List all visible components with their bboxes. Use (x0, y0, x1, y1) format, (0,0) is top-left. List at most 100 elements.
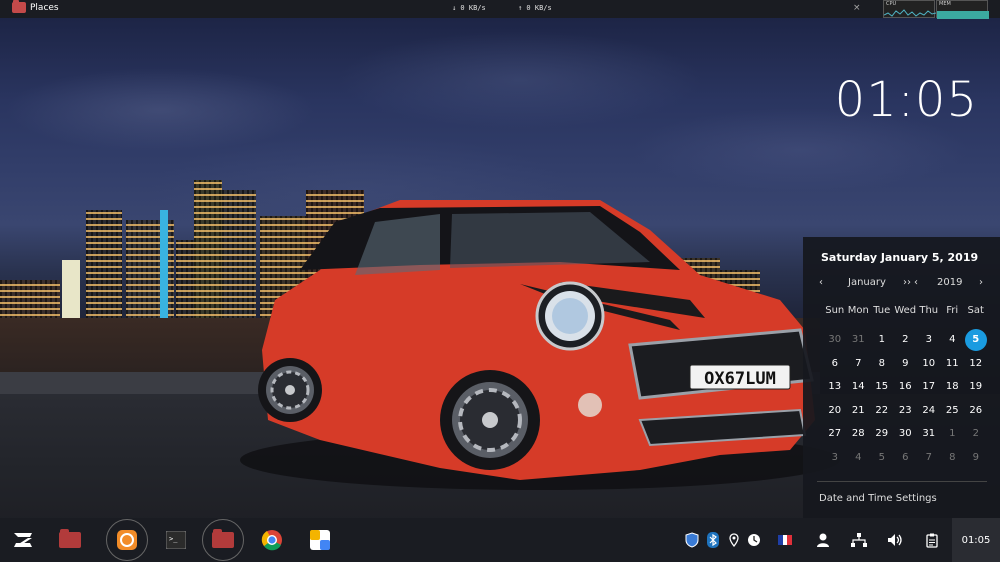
weekday-label: Fri (946, 305, 959, 316)
tray-security[interactable] (683, 518, 701, 562)
places-menu[interactable]: Places (12, 0, 59, 13)
calendar-day[interactable]: 31 (847, 328, 871, 352)
taskbar-files-launcher[interactable] (50, 518, 90, 562)
files-folder-icon (212, 529, 234, 548)
calendar-day[interactable]: 26 (964, 399, 988, 423)
calendar-day[interactable]: 14 (847, 375, 871, 399)
calendar-day[interactable]: 24 (917, 399, 941, 423)
calendar-day[interactable]: 2 (894, 328, 918, 352)
weekday-header: Sun Mon Tue Wed Thu Fri Sat (823, 305, 993, 316)
calendar-day[interactable]: 6 (894, 446, 918, 470)
files-folder-icon (59, 529, 81, 548)
french-flag-icon (778, 535, 792, 545)
year-prev-icon[interactable]: ‹ (914, 277, 918, 288)
calendar-day[interactable]: 30 (894, 422, 918, 446)
taskbar-software-app[interactable] (104, 518, 150, 562)
upload-speed: ↑ 0 KB/s (518, 4, 552, 12)
calendar-day[interactable]: 4 (941, 328, 965, 352)
calendar-day[interactable]: 21 (847, 399, 871, 423)
calendar-day[interactable]: 25 (941, 399, 965, 423)
calendar-day[interactable]: 10 (917, 352, 941, 376)
calendar-day[interactable]: 6 (823, 352, 847, 376)
tray-keyboard-layout[interactable] (776, 518, 794, 562)
zorin-menu-button[interactable] (4, 518, 42, 562)
calendar-navigation: ‹ January ›› ‹ 2019 › (803, 277, 1000, 291)
terminal-icon: >_ (166, 531, 186, 549)
zorin-logo-icon (14, 533, 32, 547)
calendar-day[interactable]: 7 (917, 446, 941, 470)
weekday-label: Mon (847, 305, 869, 316)
close-icon[interactable]: × (853, 3, 861, 13)
running-app-ring (106, 519, 148, 561)
cpu-graph[interactable]: CPU (883, 0, 936, 18)
calendar-day[interactable]: 29 (870, 422, 894, 446)
memory-graph-plot (937, 11, 989, 19)
memory-graph[interactable]: MEM (936, 0, 989, 19)
calendar-day[interactable]: 20 (823, 399, 847, 423)
bluetooth-icon (707, 532, 719, 548)
month-prev-icon[interactable]: ‹ (819, 277, 823, 288)
calendar-day[interactable]: 9 (964, 446, 988, 470)
tray-location[interactable] (725, 518, 743, 562)
taskbar-files-app[interactable] (200, 518, 246, 562)
calendar-day[interactable]: 17 (917, 375, 941, 399)
month-label: January (848, 277, 886, 288)
folder-icon (12, 0, 26, 13)
calendar-day[interactable]: 22 (870, 399, 894, 423)
calendar-day[interactable]: 2 (964, 422, 988, 446)
calendar-day[interactable]: 30 (823, 328, 847, 352)
calendar-day[interactable]: 1 (870, 328, 894, 352)
calendar-day[interactable]: 5 (870, 446, 894, 470)
calendar-day[interactable]: 18 (941, 375, 965, 399)
tray-bluetooth[interactable] (704, 518, 722, 562)
calendar-day[interactable]: 9 (894, 352, 918, 376)
weekday-label: Wed (894, 305, 917, 316)
calendar-day-grid: 30 31 1 2 3 4 5 6 7 8 9 10 11 12 13 14 1… (823, 328, 993, 469)
calendar-day[interactable]: 11 (941, 352, 965, 376)
calendar-day[interactable]: 3 (917, 328, 941, 352)
taskbar-terminal-launcher[interactable]: >_ (156, 518, 196, 562)
clipboard-icon (926, 533, 938, 548)
calendar-day[interactable]: 16 (894, 375, 918, 399)
year-label: 2019 (937, 277, 963, 288)
network-icon (851, 533, 867, 547)
tray-user[interactable] (813, 518, 833, 562)
calendar-day[interactable]: 1 (941, 422, 965, 446)
calendar-day[interactable]: 3 (823, 446, 847, 470)
calendar-day[interactable]: 8 (870, 352, 894, 376)
clock-icon (748, 534, 760, 546)
user-icon (817, 533, 829, 547)
calendar-day[interactable]: 23 (894, 399, 918, 423)
year-next-icon[interactable]: › (979, 277, 983, 288)
calendar-day[interactable]: 7 (847, 352, 871, 376)
weekday-label: Sat (967, 305, 984, 316)
shield-icon (685, 532, 699, 548)
taskbar-clock[interactable]: 01:05 (952, 518, 1000, 562)
calendar-day[interactable]: 15 (870, 375, 894, 399)
cpu-graph-plot (884, 9, 936, 17)
calendar-day[interactable]: 31 (917, 422, 941, 446)
taskbar-store-launcher[interactable] (300, 518, 340, 562)
tray-network[interactable] (849, 518, 869, 562)
tray-clock-applet[interactable] (745, 518, 763, 562)
calendar-day[interactable]: 28 (847, 422, 871, 446)
calendar-day-today[interactable]: 5 (964, 328, 987, 351)
calendar-day[interactable]: 13 (823, 375, 847, 399)
taskbar: >_ 01:05 (0, 518, 1000, 562)
top-panel: Places ↓ 0 KB/s ↑ 0 KB/s × CPU MEM (0, 0, 1000, 19)
date-time-settings-link[interactable]: Date and Time Settings (819, 493, 937, 504)
tray-clipboard[interactable] (922, 518, 942, 562)
calendar-day[interactable]: 12 (964, 352, 988, 376)
month-next-icon[interactable]: ›› (903, 277, 911, 288)
calendar-day[interactable]: 27 (823, 422, 847, 446)
calendar-day[interactable]: 8 (941, 446, 965, 470)
calendar-full-date: Saturday January 5, 2019 (821, 251, 979, 264)
software-store-icon (117, 530, 137, 550)
calendar-day[interactable]: 4 (847, 446, 871, 470)
places-label: Places (30, 2, 59, 13)
tray-volume[interactable] (885, 518, 905, 562)
weekday-label: Thu (919, 305, 939, 316)
calendar-day[interactable]: 19 (964, 375, 988, 399)
desktop-clock: 01:05 (834, 72, 978, 128)
taskbar-chrome-launcher[interactable] (252, 518, 292, 562)
